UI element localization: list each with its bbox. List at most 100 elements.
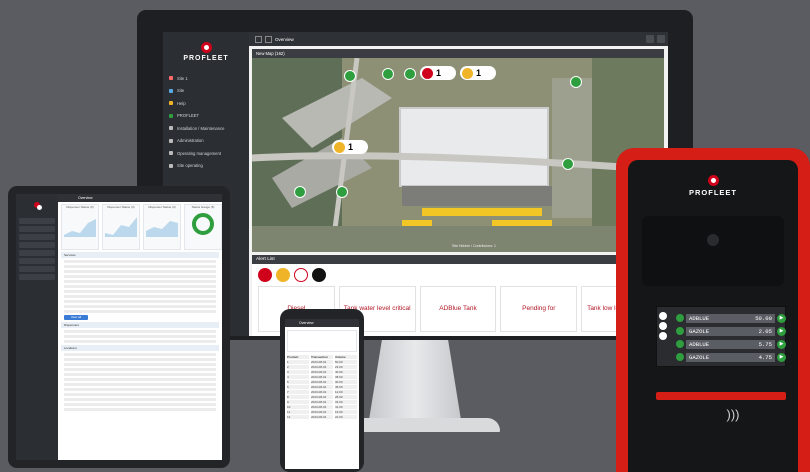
tablet-nav-item[interactable] [19, 218, 55, 224]
pump-status-icon[interactable] [570, 76, 582, 88]
alert-card[interactable]: Pending for [500, 286, 578, 332]
table-row[interactable] [64, 310, 216, 313]
site-map[interactable]: 1 1 1 Site Hidden / Contributors: 1 [252, 58, 664, 252]
map-marker-warning[interactable]: 1 [332, 140, 368, 154]
table-row[interactable]: 1 2023-08-01 50.00 [287, 360, 357, 364]
alert-card[interactable]: ADBlue Tank [419, 286, 497, 332]
table-row[interactable] [64, 378, 216, 381]
fuel-row[interactable]: ADBLUE 50.00 ▶ [676, 313, 786, 323]
table-row[interactable] [64, 358, 216, 361]
fuel-row[interactable]: GAZOLE 2.05 ▶ [676, 326, 786, 336]
table-row[interactable]: 3 2023-08-01 40.00 [287, 370, 357, 374]
pump-status-icon[interactable] [562, 158, 574, 170]
sidebar-item[interactable]: Site 1 [163, 72, 249, 85]
fullscreen-icon[interactable] [265, 35, 272, 43]
table-row[interactable]: 7 2023-08-01 12.00 [287, 390, 357, 394]
sidebar-item[interactable]: PROFLEET [163, 110, 249, 123]
table-row[interactable] [64, 300, 216, 303]
tablet-nav-item[interactable] [19, 226, 55, 232]
fuel-row[interactable]: GAZOLE 4.75 ▶ [676, 352, 786, 362]
table-row[interactable] [64, 275, 216, 278]
table-row[interactable] [64, 383, 216, 386]
table-row[interactable] [64, 403, 216, 406]
table-row[interactable]: 10 2023-08-01 41.00 [287, 405, 357, 409]
menu-toggle-icon[interactable] [255, 35, 262, 43]
sidebar-item[interactable]: Operating management [163, 147, 249, 160]
table-row[interactable] [64, 305, 216, 308]
table-row[interactable]: 4 2023-08-01 38.00 [287, 375, 357, 379]
table-row[interactable] [64, 265, 216, 268]
sidebar-item[interactable]: Site [163, 85, 249, 98]
map-marker-alert[interactable]: 1 [420, 66, 456, 80]
play-arrow-icon[interactable]: ▶ [777, 339, 786, 349]
pump-status-icon[interactable] [382, 68, 394, 80]
pump-status-icon[interactable] [336, 186, 348, 198]
table-cell: 33.00 [335, 400, 357, 404]
services-table [61, 260, 219, 313]
table-row[interactable] [64, 295, 216, 298]
play-arrow-icon[interactable]: ▶ [777, 352, 786, 362]
table-row[interactable] [64, 353, 216, 356]
table-row[interactable] [64, 280, 216, 283]
card-slot[interactable] [656, 392, 786, 400]
critical-alert-icon[interactable] [258, 268, 272, 282]
view-all-button[interactable]: View all [64, 315, 88, 320]
table-row[interactable] [64, 388, 216, 391]
section-header[interactable]: Services [61, 252, 219, 258]
tablet-topbar: Overview [58, 194, 222, 202]
table-row[interactable] [64, 335, 216, 338]
pump-status-icon[interactable] [294, 186, 306, 198]
table-row[interactable] [64, 340, 216, 343]
tablet-nav-item[interactable] [19, 242, 55, 248]
tank-alert-icon[interactable] [294, 268, 308, 282]
table-row[interactable]: 9 2023-08-01 33.00 [287, 400, 357, 404]
settings-icon[interactable] [646, 35, 654, 43]
table-cell: 2023-08-01 [311, 375, 333, 379]
table-row[interactable]: 5 2023-08-01 30.00 [287, 380, 357, 384]
tablet-nav-item[interactable] [19, 258, 55, 264]
terminal-display[interactable]: ADBLUE 50.00 ▶ GAZOLE 2.05 ▶ ADBLUE 5.75 ▶ GAZOLE… [656, 306, 786, 367]
table-row[interactable] [64, 290, 216, 293]
contactless-icon[interactable]: ))) [724, 406, 742, 424]
table-cell: 2023-08-01 [311, 400, 333, 404]
table-row[interactable] [64, 260, 216, 263]
table-row[interactable] [64, 330, 216, 333]
table-row[interactable]: 12 2023-08-01 22.00 [287, 415, 357, 419]
aerial-map-image [252, 58, 664, 252]
tablet-nav-item[interactable] [19, 274, 55, 280]
pump-status-icon[interactable] [344, 70, 356, 82]
table-row[interactable]: 6 2023-08-01 45.00 [287, 385, 357, 389]
table-row[interactable] [64, 408, 216, 411]
pump-status-icon[interactable] [404, 68, 416, 80]
sidebar-item[interactable]: Help [163, 97, 249, 110]
fuel-nozzle-icon [676, 340, 684, 348]
play-arrow-icon[interactable]: ▶ [777, 313, 786, 323]
sidebar-item[interactable]: Installation / Maintenance [163, 122, 249, 135]
map-marker-warning[interactable]: 1 [460, 66, 496, 80]
table-row[interactable] [64, 368, 216, 371]
table-row[interactable] [64, 270, 216, 273]
table-row[interactable] [64, 393, 216, 396]
fuel-row[interactable]: ADBLUE 5.75 ▶ [676, 339, 786, 349]
tablet-nav-item[interactable] [19, 250, 55, 256]
table-row[interactable] [64, 398, 216, 401]
tank-dark-icon[interactable] [312, 268, 326, 282]
play-arrow-icon[interactable]: ▶ [777, 326, 786, 336]
table-row[interactable]: 11 2023-08-01 19.00 [287, 410, 357, 414]
section-header[interactable]: Locations [61, 345, 219, 351]
table-cell: 50.00 [335, 360, 357, 364]
section-header[interactable]: Dispensers [61, 322, 219, 328]
table-row[interactable] [64, 285, 216, 288]
tablet-nav-item[interactable] [19, 266, 55, 272]
table-row[interactable] [64, 363, 216, 366]
phone-filter-panel[interactable] [287, 330, 357, 352]
sidebar-item[interactable]: Site operating [163, 160, 249, 173]
tablet-nav-item[interactable] [19, 234, 55, 240]
phone-table-header: Product Transaction Volume [287, 355, 357, 359]
sidebar-item[interactable]: Administration [163, 135, 249, 148]
table-row[interactable]: 8 2023-08-01 28.00 [287, 395, 357, 399]
warning-alert-icon[interactable] [276, 268, 290, 282]
table-row[interactable] [64, 373, 216, 376]
table-row[interactable]: 2 2023-08-01 23.00 [287, 365, 357, 369]
user-icon[interactable] [657, 35, 665, 43]
